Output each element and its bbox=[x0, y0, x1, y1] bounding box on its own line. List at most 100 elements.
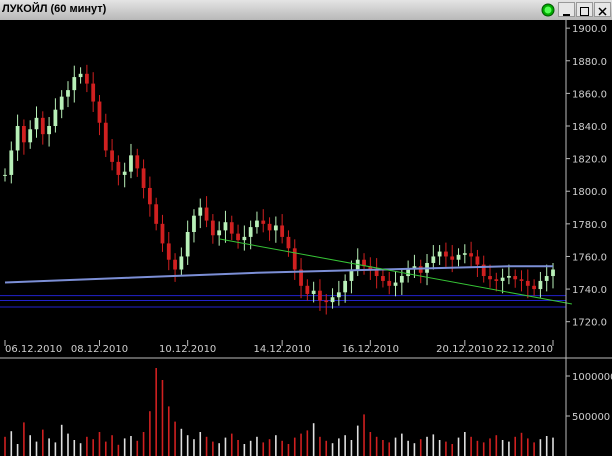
candle-body bbox=[330, 297, 335, 303]
price-tick-label: 1840.0 bbox=[572, 122, 607, 133]
candle-body bbox=[469, 253, 474, 257]
candle-body bbox=[198, 207, 203, 216]
candle-body bbox=[122, 171, 127, 175]
candle-body bbox=[166, 243, 171, 260]
candle-body bbox=[47, 126, 51, 135]
candle-body bbox=[267, 223, 272, 231]
candle-body bbox=[40, 117, 45, 135]
candle-body bbox=[494, 279, 499, 281]
candle-body bbox=[456, 254, 461, 260]
date-tick-label: 14.12.2010 bbox=[254, 344, 311, 355]
price-tick-label: 1740.0 bbox=[572, 285, 607, 296]
candle-body bbox=[538, 280, 543, 290]
candle-body bbox=[3, 174, 7, 176]
candle-body bbox=[507, 276, 511, 278]
candle-body bbox=[488, 276, 492, 280]
candle-body bbox=[15, 126, 20, 151]
candle-body bbox=[66, 90, 70, 97]
price-tick-label: 1880.0 bbox=[572, 57, 607, 68]
candle-body bbox=[462, 253, 467, 255]
candle-body bbox=[154, 204, 159, 224]
price-tick-label: 1900.0 bbox=[572, 24, 607, 35]
date-tick-label: 06.12.2010 bbox=[5, 344, 62, 355]
candle-body bbox=[53, 109, 58, 126]
close-button[interactable] bbox=[594, 2, 611, 17]
candle-body bbox=[204, 207, 209, 221]
candle-body bbox=[381, 276, 385, 281]
candle-body bbox=[324, 300, 329, 303]
candle-body bbox=[9, 150, 14, 175]
candle-body bbox=[28, 129, 33, 143]
candle-body bbox=[223, 222, 228, 231]
date-tick-label: 10.12.2010 bbox=[159, 344, 216, 355]
date-tick-label: 22.12.2010 bbox=[496, 344, 553, 355]
candle-body bbox=[444, 251, 448, 257]
price-tick-label: 1760.0 bbox=[572, 252, 607, 263]
candle-body bbox=[544, 276, 549, 281]
candle-body bbox=[513, 276, 518, 280]
candle-body bbox=[387, 280, 392, 286]
candle-body bbox=[229, 222, 234, 234]
close-icon bbox=[598, 7, 607, 16]
date-tick-label: 08.12.2010 bbox=[71, 344, 128, 355]
candle-body bbox=[84, 73, 89, 84]
candle-body bbox=[336, 292, 341, 298]
candle-body bbox=[147, 187, 152, 205]
candle-body bbox=[210, 220, 215, 236]
candle-body bbox=[311, 290, 316, 294]
candle-body bbox=[242, 236, 247, 241]
candle-body bbox=[551, 269, 555, 277]
candle-body bbox=[173, 259, 177, 270]
candle-body bbox=[532, 285, 536, 290]
window-title-bar: ЛУКОЙЛ (60 минут) bbox=[0, 0, 612, 21]
candle-body bbox=[34, 117, 39, 130]
candle-body bbox=[185, 232, 190, 257]
candle-body bbox=[273, 225, 278, 231]
date-tick-label: 16.12.2010 bbox=[342, 344, 399, 355]
candle-body bbox=[292, 248, 297, 270]
candle-body bbox=[248, 227, 253, 237]
candle-body bbox=[91, 83, 96, 102]
price-chart: 1720.0 1740.0 1760.0 1780.0 1800.0 1820.0 1840… bbox=[0, 20, 612, 456]
maximize-icon bbox=[580, 7, 589, 16]
candle-body bbox=[135, 155, 140, 169]
candle-body bbox=[406, 269, 411, 277]
candle-body bbox=[286, 236, 291, 249]
price-tick-label: 1820.0 bbox=[572, 155, 607, 166]
price-tick-label: 1720.0 bbox=[572, 318, 607, 329]
candle-body bbox=[72, 77, 77, 91]
candle-body bbox=[116, 161, 121, 175]
candle-body bbox=[217, 230, 222, 236]
candle-body bbox=[437, 251, 442, 257]
candle-body bbox=[450, 256, 455, 260]
candle-body bbox=[280, 225, 285, 237]
maximize-button[interactable] bbox=[576, 2, 593, 17]
candle-body bbox=[141, 168, 146, 188]
price-tick-label: 1780.0 bbox=[572, 220, 607, 231]
candle-body bbox=[59, 96, 64, 110]
candle-body bbox=[475, 256, 480, 265]
minimize-button[interactable] bbox=[558, 2, 575, 17]
candle-body bbox=[78, 73, 83, 78]
candle-body bbox=[305, 285, 310, 294]
date-tick-label: 20.12.2010 bbox=[436, 344, 493, 355]
volume-tick-label: 500000 bbox=[572, 412, 610, 423]
candle-body bbox=[525, 280, 530, 286]
candle-body bbox=[22, 126, 26, 143]
price-tick-label: 1860.0 bbox=[572, 89, 607, 100]
candle-body bbox=[318, 290, 322, 301]
candle-body bbox=[500, 277, 505, 281]
candle-body bbox=[399, 276, 404, 283]
candle-body bbox=[261, 220, 266, 224]
candle-body bbox=[160, 223, 165, 244]
candle-body bbox=[129, 155, 133, 172]
candle-body bbox=[192, 215, 196, 232]
volume-tick-label: 1000000 bbox=[572, 372, 612, 383]
candle-body bbox=[393, 282, 398, 286]
candle-body bbox=[255, 220, 259, 228]
price-tick-label: 1800.0 bbox=[572, 187, 607, 198]
candle-body bbox=[179, 256, 184, 270]
candle-body bbox=[97, 101, 102, 123]
minimize-icon bbox=[563, 14, 570, 16]
candle-body bbox=[431, 256, 436, 263]
